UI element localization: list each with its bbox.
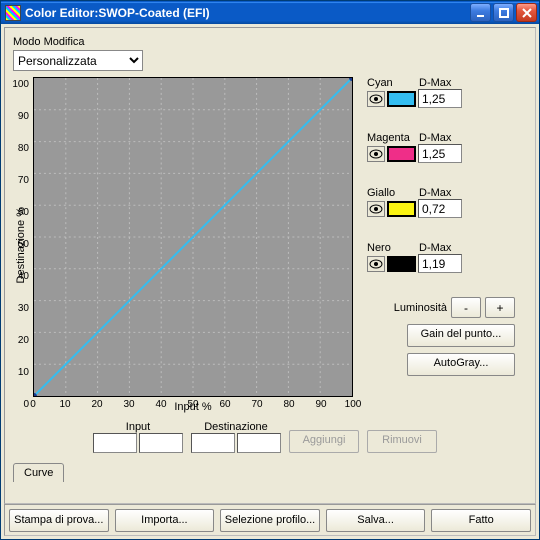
cyan-swatch[interactable]	[387, 91, 416, 107]
input-value-field[interactable]	[93, 433, 137, 453]
edit-mode-label: Modo Modifica	[13, 36, 527, 48]
color-editor-window: Color Editor:SWOP-Coated (EFI) Modo Modi…	[0, 0, 540, 540]
input-point-label: Input	[126, 421, 150, 433]
edit-mode-select[interactable]: Personalizzata	[13, 50, 143, 71]
maximize-button[interactable]	[493, 3, 514, 22]
main-panel: Modo Modifica Personalizzata Destinazion…	[4, 27, 536, 504]
channel-cyan: CyanD-Max	[367, 77, 515, 108]
channels-panel: CyanD-Max MagentaD-Max	[367, 77, 515, 376]
proof-print-button[interactable]: Stampa di prova...	[9, 509, 109, 532]
dest-value-field[interactable]	[191, 433, 235, 453]
yellow-swatch[interactable]	[387, 201, 416, 217]
eye-icon[interactable]	[367, 146, 385, 162]
select-profile-button[interactable]: Selezione profilo...	[220, 509, 320, 532]
minimize-button[interactable]	[470, 3, 491, 22]
tab-curve[interactable]: Curve	[13, 463, 64, 482]
remove-point-button: Rimuovi	[367, 430, 437, 453]
eye-icon[interactable]	[367, 256, 385, 272]
titlebar[interactable]: Color Editor:SWOP-Coated (EFI)	[1, 1, 539, 24]
bottom-toolbar: Stampa di prova... Importa... Selezione …	[4, 504, 536, 536]
window-title: Color Editor:SWOP-Coated (EFI)	[25, 6, 466, 20]
magenta-dmax-input[interactable]	[418, 144, 462, 163]
luminosity-label: Luminosità	[394, 302, 447, 314]
curve-chart: Destinazione % 0 10 20 30 40 50 60 70 80…	[13, 77, 353, 413]
luminosity-minus-button[interactable]: -	[451, 297, 481, 318]
input-value-field-2[interactable]	[139, 433, 183, 453]
curve-plot[interactable]	[33, 77, 353, 397]
channel-magenta: MagentaD-Max	[367, 132, 515, 163]
dest-point-label: Destinazione	[204, 421, 268, 433]
point-editor: Input Destinazione Aggiungi Rimuovi	[93, 421, 527, 453]
channel-black: NeroD-Max	[367, 242, 515, 273]
app-icon	[5, 5, 21, 21]
save-button[interactable]: Salva...	[326, 509, 426, 532]
yellow-dmax-input[interactable]	[418, 199, 462, 218]
eye-icon[interactable]	[367, 201, 385, 217]
magenta-swatch[interactable]	[387, 146, 416, 162]
channel-yellow: GialloD-Max	[367, 187, 515, 218]
add-point-button: Aggiungi	[289, 430, 359, 453]
done-button[interactable]: Fatto	[431, 509, 531, 532]
close-button[interactable]	[516, 3, 537, 22]
import-button[interactable]: Importa...	[115, 509, 215, 532]
window-controls	[470, 3, 537, 22]
luminosity-plus-button[interactable]: +	[485, 297, 515, 318]
black-dmax-input[interactable]	[418, 254, 462, 273]
eye-icon[interactable]	[367, 91, 385, 107]
black-swatch[interactable]	[387, 256, 416, 272]
cyan-dmax-input[interactable]	[418, 89, 462, 108]
dot-gain-button[interactable]: Gain del punto...	[407, 324, 515, 347]
dest-value-field-2[interactable]	[237, 433, 281, 453]
auto-gray-button[interactable]: AutoGray...	[407, 353, 515, 376]
